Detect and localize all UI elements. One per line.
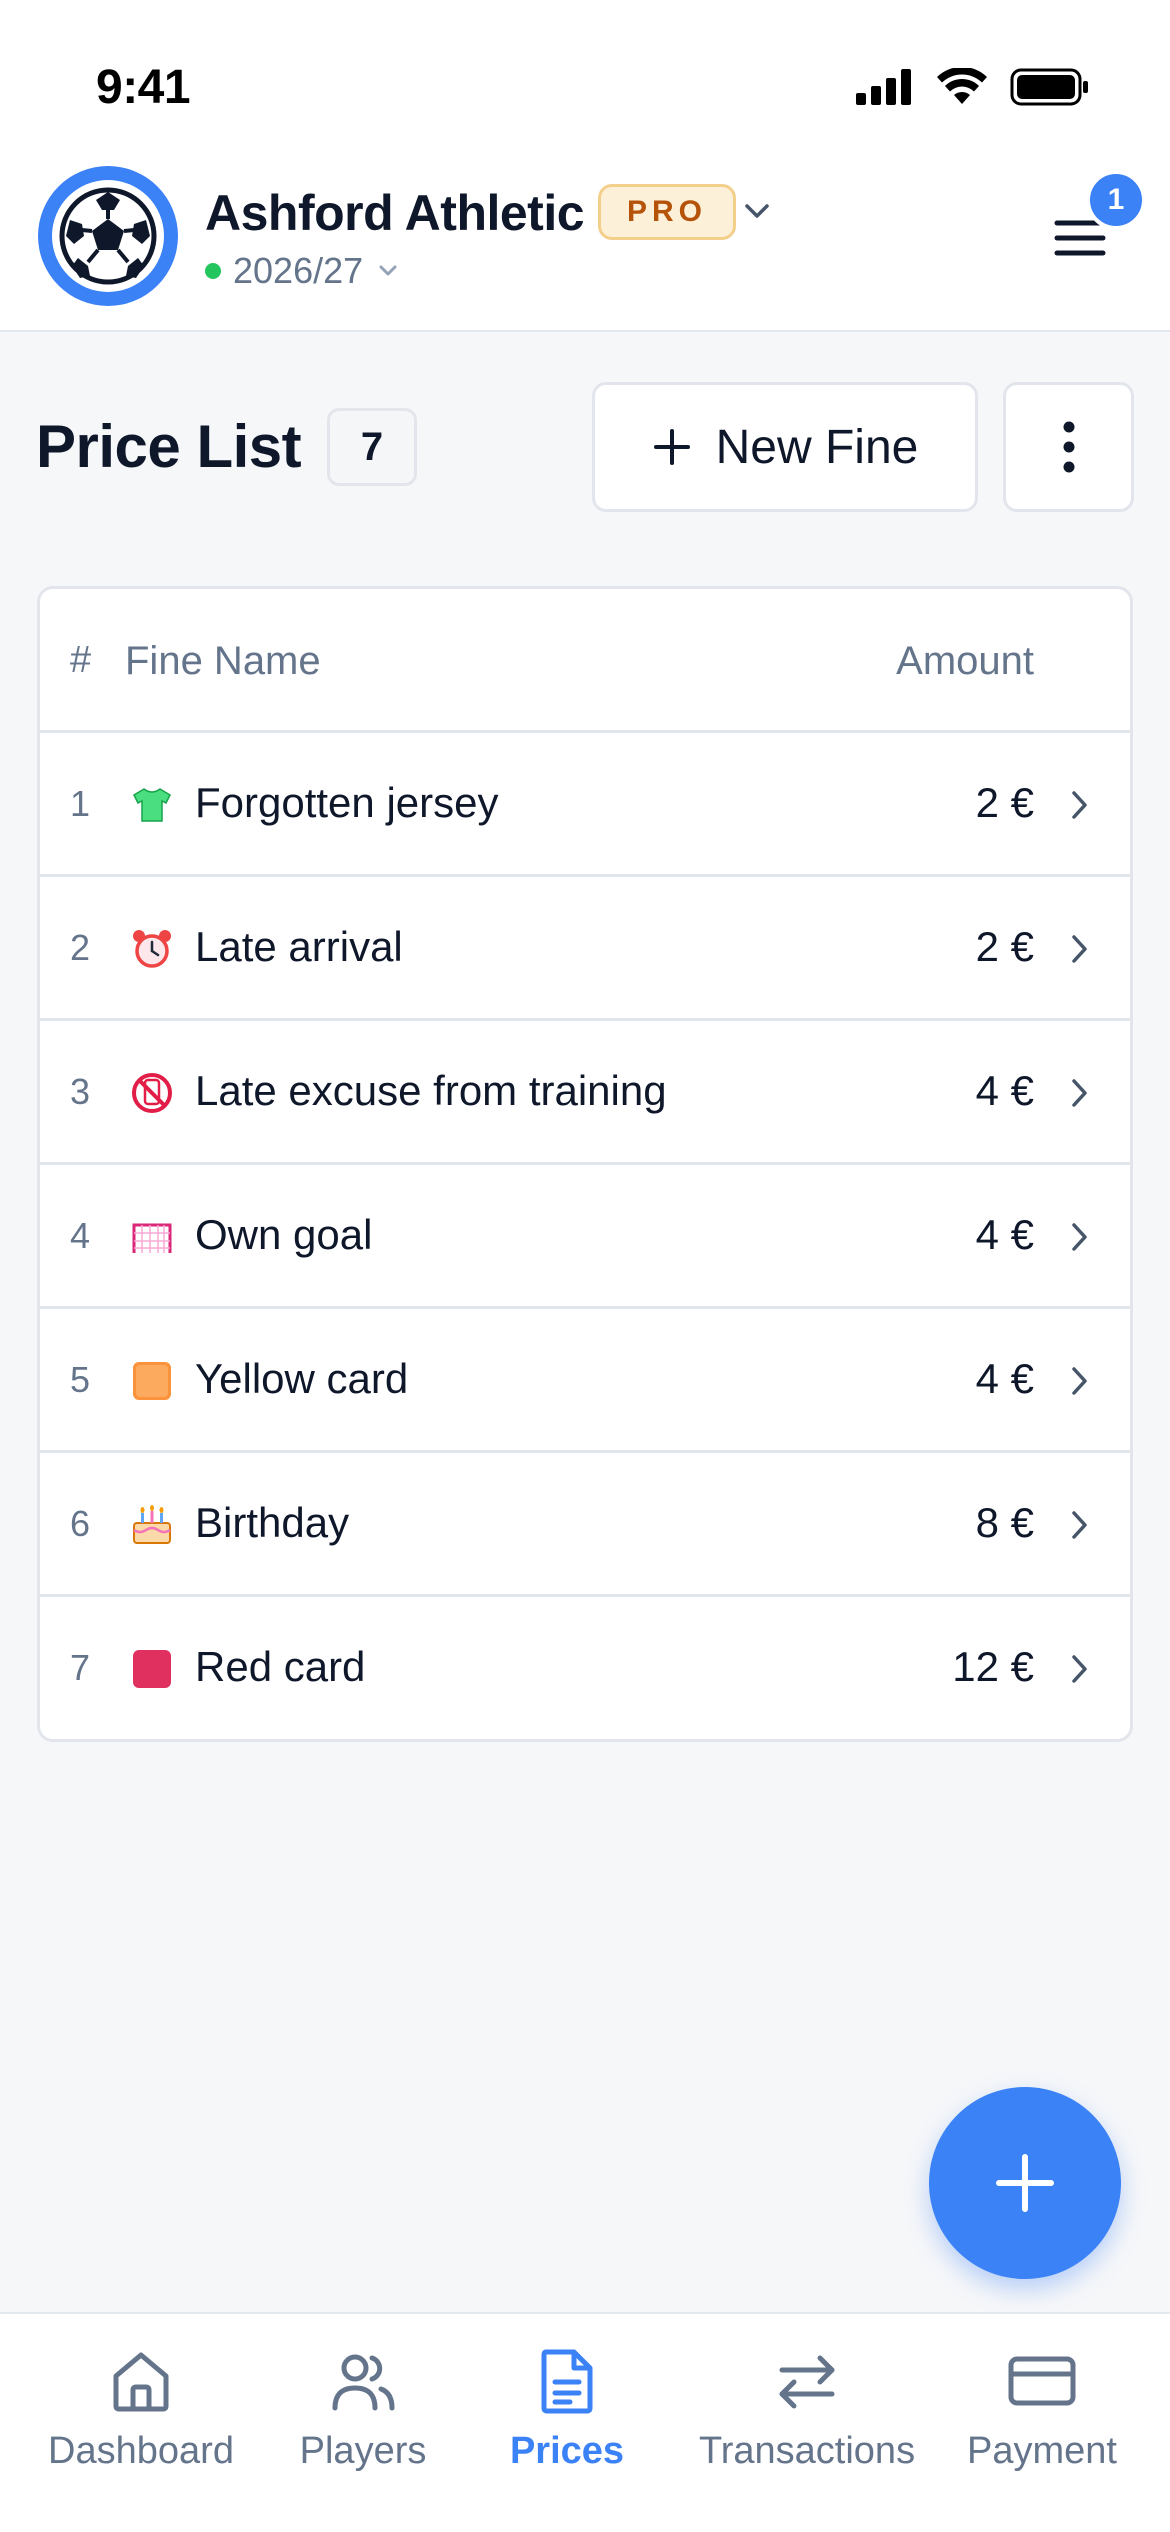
- document-icon: [541, 2349, 593, 2414]
- app-screen: 9:41 Ashford Athletic PRO 2026/27 1 Pric…: [0, 0, 1170, 2532]
- fine-amount: 4 €: [975, 1067, 1034, 1114]
- fine-name: Own goal: [195, 1211, 373, 1258]
- credit-card-icon: [1008, 2356, 1076, 2406]
- row-index: 1: [70, 783, 91, 824]
- status-icons: [856, 68, 1090, 106]
- fine-amount: 4 €: [975, 1211, 1034, 1258]
- row-index: 4: [70, 1215, 91, 1256]
- chevron-right-icon: [1072, 1511, 1087, 1539]
- nav-label: Transactions: [698, 2430, 916, 2472]
- table-header: # Fine Name Amount: [40, 589, 1130, 733]
- club-logo[interactable]: [38, 166, 178, 306]
- soccer-ball-icon: [52, 180, 164, 292]
- chevron-right-icon: [1072, 1079, 1087, 1107]
- bottom-nav: Dashboard Players Prices Transactions Pa…: [0, 2312, 1170, 2532]
- new-fine-label: New Fine: [715, 420, 919, 474]
- nav-item-payment[interactable]: Payment: [962, 2346, 1122, 2473]
- fine-name: Red card: [195, 1643, 366, 1690]
- fine-name: Birthday: [195, 1499, 350, 1546]
- fine-name: Late excuse from training: [195, 1067, 667, 1114]
- vertical-dots-icon: [1063, 421, 1074, 473]
- status-time: 9:41: [96, 61, 191, 114]
- nav-item-prices[interactable]: Prices: [502, 2346, 632, 2473]
- table-row[interactable]: 6 Birthday 8 €: [40, 1453, 1130, 1597]
- goal-net-icon: [130, 1215, 174, 1259]
- alarm-clock-icon: [130, 927, 174, 971]
- more-options-button[interactable]: [1003, 382, 1134, 512]
- season-label: 2026/27: [233, 250, 364, 291]
- nav-label: Players: [299, 2430, 427, 2472]
- tshirt-icon: [130, 783, 174, 827]
- chevron-right-icon: [1072, 935, 1087, 963]
- swap-arrows-icon: [779, 2355, 835, 2409]
- yellow-card-icon: [130, 1359, 174, 1403]
- plus-icon: [996, 2154, 1054, 2212]
- row-index: 6: [70, 1503, 91, 1544]
- table-row[interactable]: 4 Own goal 4 €: [40, 1165, 1130, 1309]
- chevron-down-icon: [379, 265, 397, 276]
- table-row[interactable]: 7 Red card 12 €: [40, 1597, 1130, 1739]
- fine-amount: 8 €: [975, 1499, 1034, 1546]
- column-header-name[interactable]: Fine Name: [125, 639, 321, 684]
- chevron-right-icon: [1072, 1223, 1087, 1251]
- battery-icon: [1010, 68, 1088, 106]
- chevron-right-icon: [1072, 791, 1087, 819]
- table-row[interactable]: 3 Late excuse from training 4 €: [40, 1021, 1130, 1165]
- row-index: 3: [70, 1071, 91, 1112]
- table-row[interactable]: 5 Yellow card 4 €: [40, 1309, 1130, 1453]
- row-index: 2: [70, 927, 91, 968]
- nav-item-dashboard[interactable]: Dashboard: [48, 2346, 234, 2473]
- price-table: # Fine Name Amount 1 Forgotten jersey 2 …: [37, 586, 1133, 1742]
- row-index: 5: [70, 1359, 91, 1400]
- new-fine-button[interactable]: New Fine: [592, 382, 978, 512]
- column-header-index: #: [70, 639, 92, 681]
- fine-name: Forgotten jersey: [195, 779, 499, 826]
- users-icon: [332, 2354, 395, 2411]
- pro-badge: PRO: [598, 184, 737, 240]
- fine-amount: 2 €: [975, 779, 1034, 826]
- table-row[interactable]: 2 Late arrival 2 €: [40, 877, 1130, 1021]
- page-title: Price List: [36, 413, 302, 480]
- chevron-right-icon: [1072, 1367, 1087, 1395]
- nav-label: Dashboard: [48, 2430, 234, 2472]
- season-selector[interactable]: 2026/27: [205, 250, 401, 292]
- fine-name: Yellow card: [195, 1355, 409, 1402]
- table-row[interactable]: 1 Forgotten jersey 2 €: [40, 733, 1130, 877]
- wifi-icon: [937, 68, 987, 104]
- nav-item-players[interactable]: Players: [290, 2346, 436, 2473]
- notification-badge[interactable]: 1: [1086, 170, 1146, 230]
- fine-count-badge: 7: [327, 408, 417, 486]
- nav-label: Payment: [967, 2430, 1117, 2472]
- no-phone-icon: [130, 1071, 174, 1115]
- chevron-right-icon: [1072, 1655, 1087, 1683]
- nav-item-transactions[interactable]: Transactions: [690, 2346, 924, 2473]
- add-fab-button[interactable]: [929, 2087, 1121, 2279]
- fine-name: Late arrival: [195, 923, 403, 970]
- row-index: 7: [70, 1647, 91, 1688]
- birthday-cake-icon: [130, 1503, 174, 1547]
- app-header: Ashford Athletic PRO 2026/27 1: [0, 160, 1170, 332]
- fine-amount: 4 €: [975, 1355, 1034, 1402]
- club-name[interactable]: Ashford Athletic: [205, 184, 585, 242]
- online-status-dot: [205, 263, 221, 279]
- fine-amount: 12 €: [952, 1643, 1034, 1690]
- nav-label: Prices: [509, 2430, 625, 2472]
- column-header-amount[interactable]: Amount: [896, 639, 1034, 684]
- home-icon: [113, 2352, 169, 2412]
- chevron-down-icon[interactable]: [740, 194, 774, 228]
- red-card-icon: [130, 1647, 174, 1691]
- signal-icon: [856, 69, 911, 105]
- fine-amount: 2 €: [975, 923, 1034, 970]
- status-bar: 9:41: [0, 0, 1170, 160]
- plus-icon: [653, 429, 690, 465]
